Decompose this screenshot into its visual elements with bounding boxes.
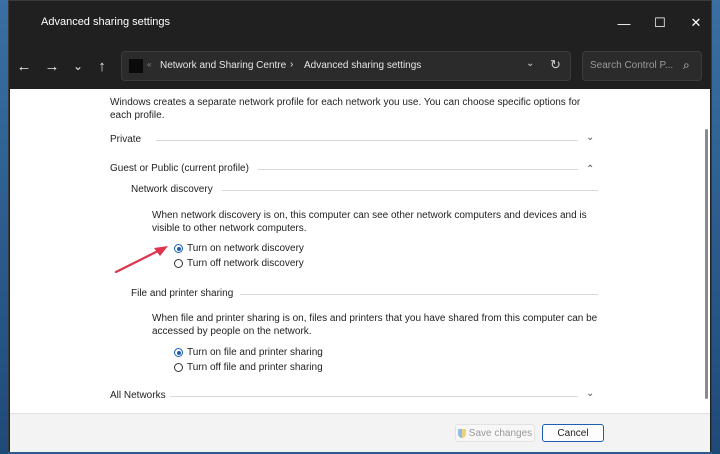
all-networks-header[interactable]: All Networks xyxy=(110,389,166,402)
private-divider xyxy=(156,140,578,141)
intro-text: Windows creates a separate network profi… xyxy=(110,97,581,121)
file-printer-sharing-description: When file and printer sharing is on, fil… xyxy=(152,313,598,337)
annotation-arrow-icon xyxy=(114,246,168,274)
close-button[interactable]: ✕ xyxy=(678,7,714,39)
breadcrumb-network-sharing-centre[interactable]: Network and Sharing Centre xyxy=(160,60,286,71)
vertical-scrollbar[interactable] xyxy=(705,129,708,399)
address-bar[interactable]: « Network and Sharing Centre › Advanced … xyxy=(121,51,571,81)
turn-off-file-printer-sharing-radio[interactable] xyxy=(174,363,183,372)
save-changes-button[interactable]: Save changes xyxy=(455,424,535,442)
up-arrow-icon[interactable]: ↑ xyxy=(91,55,113,77)
back-arrow-icon[interactable]: ← xyxy=(13,55,35,77)
desktop-background-right xyxy=(712,0,720,454)
navigation-bar: ← → ⌄ ↑ « Network and Sharing Centre › A… xyxy=(9,45,711,87)
forward-arrow-icon[interactable]: → xyxy=(41,55,63,77)
all-networks-divider xyxy=(170,396,578,397)
control-panel-icon xyxy=(129,59,143,73)
turn-on-network-discovery-radio[interactable] xyxy=(174,244,183,253)
refresh-icon[interactable]: ↻ xyxy=(550,57,561,73)
title-bar[interactable]: Advanced sharing settings — ☐ ✕ xyxy=(9,1,711,45)
turn-off-network-discovery-radio[interactable] xyxy=(174,259,183,268)
turn-off-network-discovery-label[interactable]: Turn off network discovery xyxy=(187,257,304,270)
search-box[interactable]: Search Control P... ⌕ xyxy=(582,51,702,81)
turn-on-file-printer-sharing-label[interactable]: Turn on file and printer sharing xyxy=(187,346,323,359)
window-title: Advanced sharing settings xyxy=(41,16,171,28)
breadcrumb-separator-icon[interactable]: › xyxy=(290,59,293,70)
guest-public-profile-header[interactable]: Guest or Public (current profile) xyxy=(110,162,249,175)
network-discovery-divider xyxy=(222,190,598,191)
dialog-footer: Save changes Cancel xyxy=(10,413,710,452)
network-discovery-heading: Network discovery xyxy=(131,184,213,195)
uac-shield-icon xyxy=(457,428,466,438)
turn-on-network-discovery-label[interactable]: Turn on network discovery xyxy=(187,242,304,255)
guest-public-collapse-chevron-icon[interactable]: ⌃ xyxy=(586,164,594,175)
search-icon[interactable]: ⌕ xyxy=(683,58,690,73)
recent-locations-chevron-icon[interactable]: ⌄ xyxy=(67,55,89,77)
breadcrumb-advanced-sharing-settings[interactable]: Advanced sharing settings xyxy=(304,60,421,71)
file-printer-sharing-divider xyxy=(240,294,598,295)
desktop-background-left xyxy=(0,0,8,454)
guest-public-divider xyxy=(258,169,578,170)
address-dropdown-icon[interactable]: ⌄ xyxy=(526,58,534,69)
all-networks-expand-chevron-icon[interactable]: ⌄ xyxy=(586,388,594,399)
network-discovery-description: When network discovery is on, this compu… xyxy=(152,210,587,234)
save-changes-label: Save changes xyxy=(468,427,533,439)
minimize-button[interactable]: — xyxy=(606,7,642,39)
file-printer-sharing-heading: File and printer sharing xyxy=(131,288,234,299)
private-profile-header[interactable]: Private xyxy=(110,133,141,146)
advanced-sharing-window: Advanced sharing settings — ☐ ✕ ← → ⌄ ↑ … xyxy=(8,0,712,452)
address-overflow-icon[interactable]: « xyxy=(147,60,151,69)
cancel-button[interactable]: Cancel xyxy=(542,424,604,442)
private-expand-chevron-icon[interactable]: ⌄ xyxy=(586,132,594,143)
turn-off-file-printer-sharing-label[interactable]: Turn off file and printer sharing xyxy=(187,361,323,374)
maximize-button[interactable]: ☐ xyxy=(642,7,678,39)
search-input[interactable]: Search Control P... xyxy=(590,60,673,71)
turn-on-file-printer-sharing-radio[interactable] xyxy=(174,348,183,357)
